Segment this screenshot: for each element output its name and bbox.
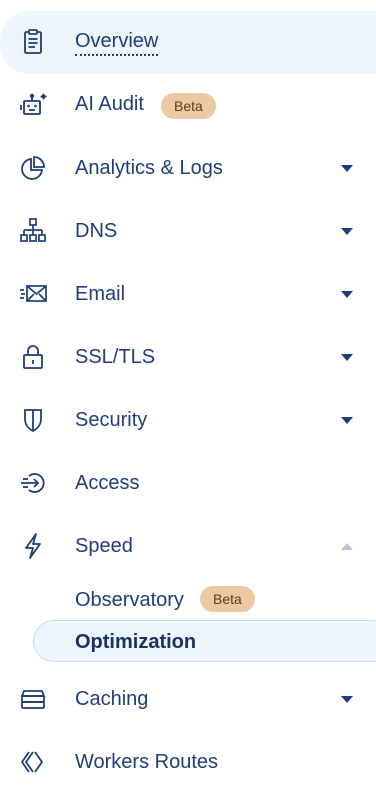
chevron-up-icon[interactable] — [341, 543, 353, 550]
server-stack-icon — [18, 684, 48, 714]
sidebar-subitem-label: Optimization — [75, 631, 197, 653]
sidebar-item-label: DNS — [75, 220, 118, 242]
sidebar-subitem-optimization[interactable]: Optimization — [0, 620, 376, 662]
sidebar-item-label: Speed — [75, 535, 133, 557]
sidebar-item-analytics[interactable]: Analytics & Logs — [0, 137, 376, 200]
robot-icon — [18, 90, 48, 120]
mail-icon — [18, 279, 48, 309]
sidebar-item-overview[interactable]: Overview — [0, 11, 376, 74]
beta-badge: Beta — [161, 93, 216, 119]
chevron-down-icon[interactable] — [341, 417, 353, 424]
sidebar-item-label: Overview — [75, 30, 159, 56]
shield-icon — [18, 405, 48, 435]
sidebar-item-label: Security — [75, 409, 148, 431]
sidebar-subitem-observatory[interactable]: Observatory Beta — [0, 579, 376, 621]
sidebar-item-ai-audit[interactable]: AI Audit Beta — [0, 74, 376, 137]
sidebar-item-access[interactable]: Access — [0, 452, 376, 515]
sidebar-item-label: AI Audit — [75, 93, 144, 115]
sidebar-item-speed[interactable]: Speed — [0, 515, 376, 578]
sidebar-nav: Overview AI Audit Beta Analytics & Logs … — [0, 0, 376, 802]
beta-badge: Beta — [200, 586, 255, 612]
pie-chart-icon — [18, 153, 48, 183]
chevron-down-icon[interactable] — [341, 354, 353, 361]
lightning-icon — [18, 531, 48, 561]
sidebar-item-label: Email — [75, 283, 126, 305]
login-arrow-icon — [18, 468, 48, 498]
sidebar-item-label: Analytics & Logs — [75, 157, 223, 179]
sidebar-item-label: Caching — [75, 688, 149, 710]
sidebar-item-email[interactable]: Email — [0, 263, 376, 326]
sidebar-item-workers-routes[interactable]: Workers Routes — [0, 731, 376, 794]
sidebar-item-security[interactable]: Security — [0, 389, 376, 452]
chevron-down-icon[interactable] — [341, 165, 353, 172]
chevrons-icon — [18, 747, 48, 777]
sitemap-icon — [18, 216, 48, 246]
sidebar-subitem-label: Observatory — [75, 589, 184, 611]
clipboard-icon — [18, 27, 48, 57]
chevron-down-icon[interactable] — [341, 228, 353, 235]
sidebar-item-label: Workers Routes — [75, 751, 219, 773]
lock-icon — [18, 342, 48, 372]
sidebar-item-label: SSL/TLS — [75, 346, 156, 368]
sidebar-item-ssl-tls[interactable]: SSL/TLS — [0, 326, 376, 389]
chevron-down-icon[interactable] — [341, 291, 353, 298]
sidebar-item-label: Access — [75, 472, 140, 494]
sidebar-item-caching[interactable]: Caching — [0, 668, 376, 731]
sidebar-item-dns[interactable]: DNS — [0, 200, 376, 263]
chevron-down-icon[interactable] — [341, 696, 353, 703]
